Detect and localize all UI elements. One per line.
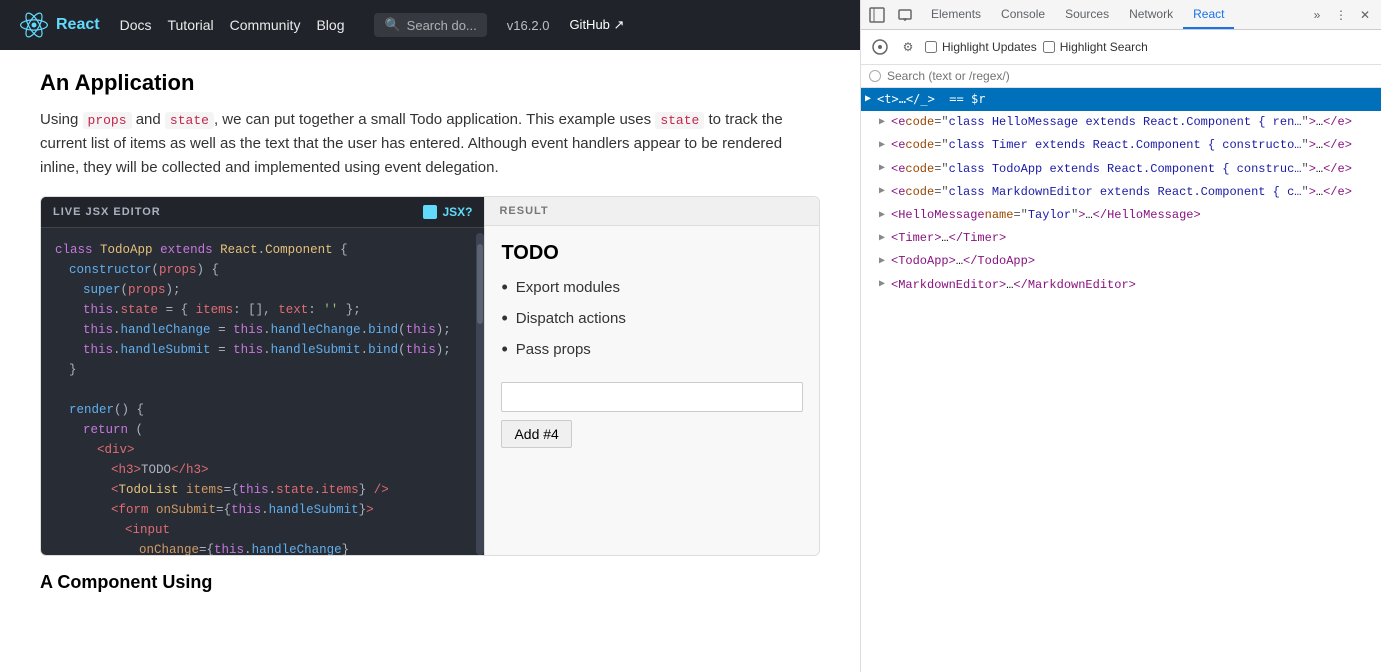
tree-row-2[interactable]: ▶ <e code="class Timer extends React.Com… <box>861 134 1381 157</box>
tree-row-selected[interactable]: ▶ <t>…</_> == $r <box>861 88 1381 111</box>
jsx-checkbox[interactable]: ✓ <box>423 205 437 219</box>
close-devtools-button[interactable]: ✕ <box>1353 3 1377 27</box>
editor-title: LIVE JSX EDITOR <box>53 206 161 218</box>
tree-arrow-8: ▶ <box>879 277 889 293</box>
tree-arrow-6: ▶ <box>879 231 889 247</box>
editor-header: LIVE JSX EDITOR ✓ JSX? <box>41 197 484 228</box>
overflow-button[interactable]: » <box>1305 3 1329 27</box>
result-content: TODO Export modules Dispatch actions Pas… <box>485 226 819 464</box>
inline-code-props: props <box>83 112 132 129</box>
tree-arrow-3: ▶ <box>879 161 889 177</box>
left-panel: React Docs Tutorial Community Blog 🔍 Sea… <box>0 0 860 672</box>
editor-scrollbar-thumb[interactable] <box>477 244 483 324</box>
search-circle-icon <box>869 70 881 82</box>
react-devtools-bar: ⚙ Highlight Updates Highlight Search <box>861 30 1381 65</box>
tree-node-0: <t>…</_> == $r <box>877 90 985 109</box>
editor-panel: LIVE JSX EDITOR ✓ JSX? class TodoApp ext… <box>41 197 484 555</box>
jsx-toggle[interactable]: ✓ JSX? <box>423 205 472 219</box>
next-section-title: A Component Using <box>40 572 820 593</box>
page-content: An Application Using props and state, we… <box>0 50 860 672</box>
tree-row-7[interactable]: ▶ <TodoApp>…</TodoApp> <box>861 250 1381 273</box>
nav-github[interactable]: GitHub ↗ <box>569 17 624 33</box>
nav-links: Docs Tutorial Community Blog <box>120 17 345 33</box>
tree-arrow-1: ▶ <box>879 115 889 131</box>
highlight-search-label[interactable]: Highlight Search <box>1043 40 1148 54</box>
tab-overflow: » ⋮ ✕ <box>1305 3 1377 27</box>
nav-logo-text: React <box>56 16 100 34</box>
nav-logo[interactable]: React <box>20 11 100 39</box>
tree-arrow-4: ▶ <box>879 184 889 200</box>
inline-code-state: state <box>165 112 214 129</box>
devtools-toolbar-icons <box>865 3 917 27</box>
tree-arrow-2: ▶ <box>879 138 889 154</box>
component-tree: ▶ <t>…</_> == $r ▶ <e code="class HelloM… <box>861 88 1381 672</box>
highlight-updates-label[interactable]: Highlight Updates <box>925 40 1037 54</box>
tree-arrow-5: ▶ <box>879 208 889 224</box>
nav-link-tutorial[interactable]: Tutorial <box>167 17 213 33</box>
cursor-icon-btn[interactable] <box>865 3 889 27</box>
result-header: RESULT <box>485 197 819 226</box>
inline-code-state2: state <box>655 112 704 129</box>
page-paragraph: Using props and state, we can put togeth… <box>40 108 820 180</box>
editor-scrollbar[interactable] <box>476 233 484 555</box>
devtools-panel: Elements Console Sources Network React »… <box>860 0 1381 672</box>
todo-item-2: Pass props <box>501 339 803 360</box>
device-icon-btn[interactable] <box>893 3 917 27</box>
highlight-updates-checkbox[interactable] <box>925 41 937 53</box>
highlight-updates-text: Highlight Updates <box>942 40 1037 54</box>
nav-bar: React Docs Tutorial Community Blog 🔍 Sea… <box>0 0 860 50</box>
search-placeholder-text: Search do... <box>407 18 477 33</box>
inspect-element-btn[interactable] <box>869 36 891 58</box>
tree-row-3[interactable]: ▶ <e code="class TodoApp extends React.C… <box>861 158 1381 181</box>
tab-sources[interactable]: Sources <box>1055 1 1119 29</box>
live-editor-container: LIVE JSX EDITOR ✓ JSX? class TodoApp ext… <box>40 196 820 556</box>
react-logo-icon <box>20 11 48 39</box>
tree-row-6[interactable]: ▶ <Timer>…</Timer> <box>861 227 1381 250</box>
nav-link-community[interactable]: Community <box>230 17 301 33</box>
highlight-search-text: Highlight Search <box>1060 40 1148 54</box>
devtools-tab-bar: Elements Console Sources Network React »… <box>861 0 1381 30</box>
page-title: An Application <box>40 70 820 96</box>
todo-input[interactable] <box>501 382 803 412</box>
highlight-search-checkbox[interactable] <box>1043 41 1055 53</box>
tree-row-1[interactable]: ▶ <e code="class HelloMessage extends Re… <box>861 111 1381 134</box>
nav-link-blog[interactable]: Blog <box>316 17 344 33</box>
editor-code[interactable]: class TodoApp extends React.Component { … <box>41 228 484 555</box>
add-todo-button[interactable]: Add #4 <box>501 420 571 448</box>
tab-console[interactable]: Console <box>991 1 1055 29</box>
tree-row-5[interactable]: ▶ <HelloMessage name="Taylor" >…</HelloM… <box>861 204 1381 227</box>
tree-row-4[interactable]: ▶ <e code="class MarkdownEditor extends … <box>861 181 1381 204</box>
nav-search[interactable]: 🔍 Search do... <box>374 13 486 37</box>
more-options-button[interactable]: ⋮ <box>1329 3 1353 27</box>
react-search-input[interactable] <box>887 69 1373 83</box>
todo-item-0: Export modules <box>501 277 803 298</box>
search-icon: 🔍 <box>384 17 400 33</box>
tab-elements[interactable]: Elements <box>921 1 991 29</box>
tree-arrow-0: ▶ <box>865 92 875 108</box>
nav-version: v16.2.0 <box>507 18 550 33</box>
result-title: TODO <box>501 242 803 265</box>
result-panel: RESULT TODO Export modules Dispatch acti… <box>484 197 819 555</box>
tab-network[interactable]: Network <box>1119 1 1183 29</box>
react-search-bar <box>861 65 1381 88</box>
tab-react[interactable]: React <box>1183 1 1234 29</box>
jsx-label: JSX? <box>442 205 472 219</box>
nav-link-docs[interactable]: Docs <box>120 17 152 33</box>
todo-item-1: Dispatch actions <box>501 308 803 329</box>
settings-btn[interactable]: ⚙ <box>897 36 919 58</box>
tree-arrow-7: ▶ <box>879 254 889 270</box>
tree-row-8[interactable]: ▶ <MarkdownEditor>…</MarkdownEditor> <box>861 274 1381 297</box>
